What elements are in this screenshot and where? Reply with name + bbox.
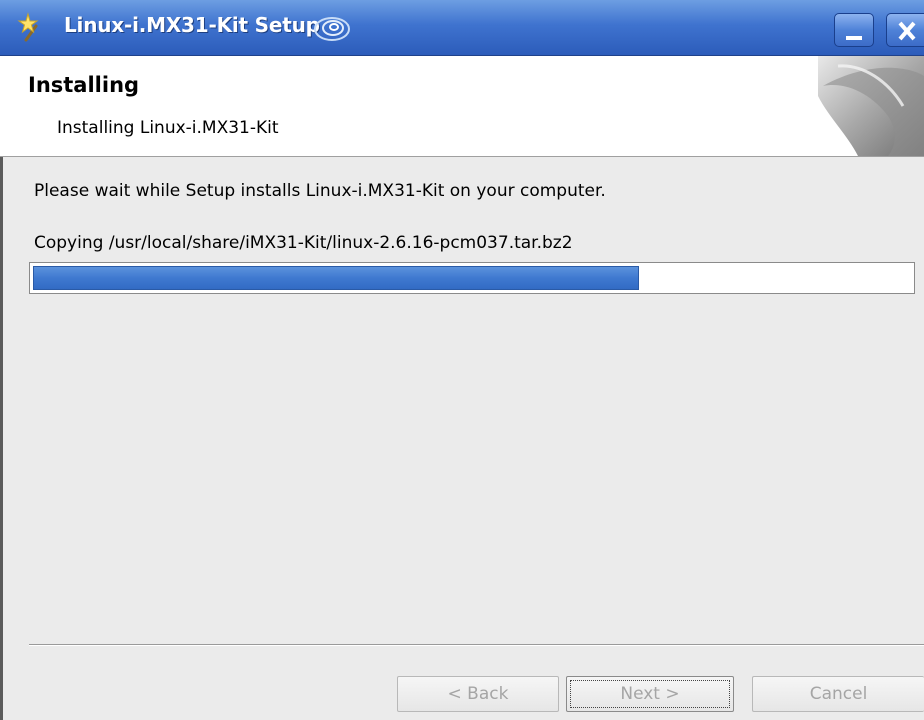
install-message: Please wait while Setup installs Linux-i… [34,181,606,201]
header-graphic-icon [818,56,924,156]
next-button[interactable]: Next > [566,676,734,712]
progress-fill [33,266,639,290]
focus-ring [570,680,730,708]
wizard-header: Installing Installing Linux-i.MX31-Kit [0,56,924,157]
page-title: Installing [28,73,140,97]
setup-window: Linux-i.MX31-Kit Setup Installing Instal… [0,0,924,720]
close-icon [898,21,916,41]
window-title: Linux-i.MX31-Kit Setup [64,13,320,37]
minimize-icon [846,36,862,40]
minimize-button[interactable] [834,13,874,47]
swirl-icon [312,16,352,42]
cancel-button[interactable]: Cancel [752,676,924,712]
copy-status: Copying /usr/local/share/iMX31-Kit/linux… [34,233,573,253]
page-subtitle: Installing Linux-i.MX31-Kit [57,118,279,138]
wizard-wand-icon [16,12,48,44]
close-button[interactable] [886,13,924,47]
footer-separator [29,644,924,646]
back-button[interactable]: < Back [397,676,559,712]
title-bar[interactable]: Linux-i.MX31-Kit Setup [0,0,924,56]
window-left-border [0,157,3,720]
install-progress-bar [29,262,915,294]
